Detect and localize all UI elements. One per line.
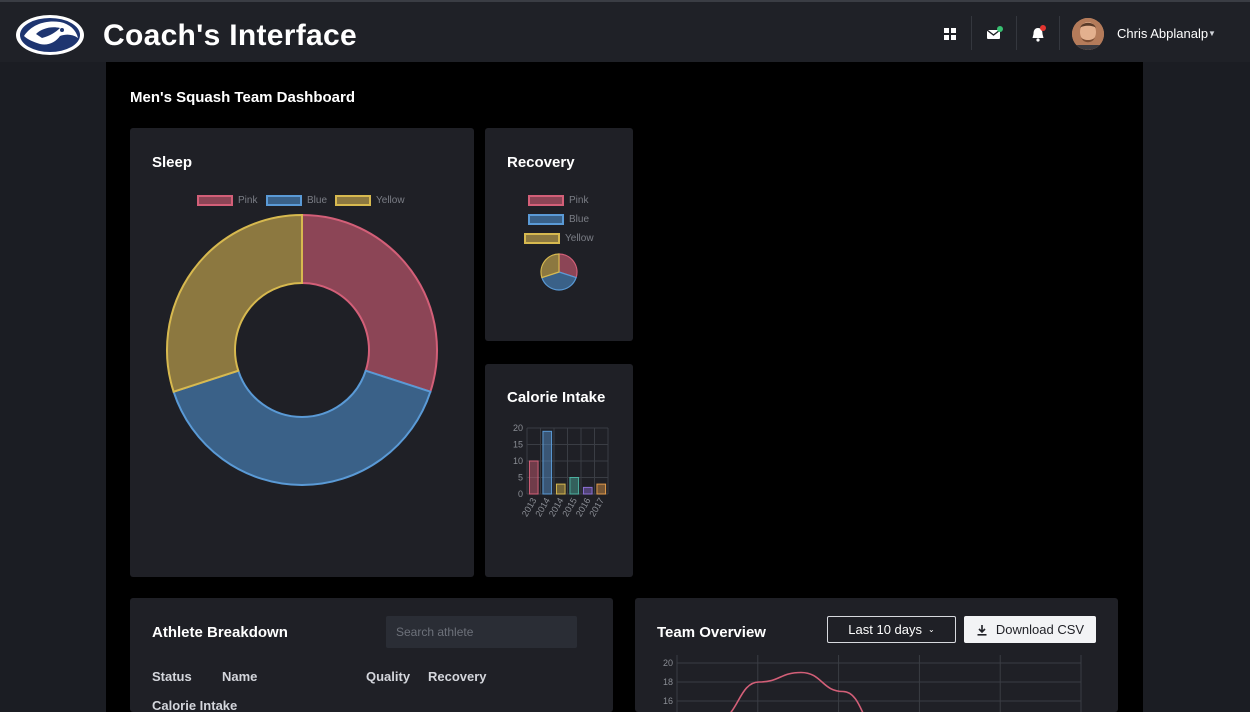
column-status[interactable]: Status (152, 669, 192, 684)
legend-swatch (528, 214, 564, 225)
legend-swatch (266, 195, 302, 206)
team-logo (16, 15, 84, 55)
nav-divider (971, 16, 972, 50)
nav-divider (1016, 16, 1017, 50)
recovery-pie-chart (540, 253, 578, 291)
legend-label: Yellow (565, 233, 594, 244)
right-gutter (1143, 62, 1250, 712)
legend-label: Pink (569, 195, 589, 206)
y-tick-label: 20 (663, 658, 673, 668)
legend-swatch (335, 195, 371, 206)
calorie-bar[interactable] (555, 483, 566, 495)
app-title: Coach's Interface (103, 19, 357, 52)
team-line-chart: 16 18 20 (663, 655, 1082, 712)
team-title: Team Overview (657, 624, 766, 641)
recovery-legend-yellow[interactable]: Yellow (524, 233, 594, 244)
date-range-dropdown[interactable]: Last 10 days ⌄ (827, 616, 956, 643)
bell-icon[interactable] (1028, 24, 1048, 44)
mail-icon[interactable] (984, 24, 1004, 44)
column-calorie-intake[interactable]: Calorie Intake (152, 698, 237, 712)
calorie-bar[interactable] (569, 477, 580, 495)
search-athlete-input[interactable] (386, 616, 577, 648)
avatar-image (1072, 18, 1104, 50)
legend-label: Blue (307, 195, 328, 206)
calorie-bar[interactable] (596, 483, 607, 495)
recovery-title: Recovery (507, 154, 575, 171)
user-menu[interactable]: Chris Abplanalp (1117, 26, 1208, 41)
recovery-legend-blue[interactable]: Blue (528, 214, 589, 225)
top-bar: Coach's Interface Chris Abplanalp ▼ (0, 0, 1250, 62)
legend-label: Pink (238, 195, 258, 206)
caret-down-icon[interactable]: ▼ (1208, 29, 1216, 38)
nav-divider (1059, 16, 1060, 50)
sleep-legend-pink[interactable]: Pink (197, 195, 257, 206)
legend-swatch (197, 195, 233, 206)
download-csv-button[interactable]: Download CSV (964, 616, 1096, 643)
column-name[interactable]: Name (222, 669, 257, 684)
recovery-legend-pink[interactable]: Pink (528, 195, 588, 206)
legend-label: Yellow (376, 195, 405, 206)
athlete-title: Athlete Breakdown (152, 624, 288, 641)
legend-swatch (528, 195, 564, 206)
calorie-bar[interactable] (582, 486, 593, 495)
sleep-legend-yellow[interactable]: Yellow (335, 195, 405, 206)
apps-grid-icon[interactable] (940, 24, 960, 44)
team-series-line (729, 671, 864, 712)
sleep-title: Sleep (152, 154, 193, 171)
y-tick-label: 16 (663, 696, 673, 706)
calorie-bar[interactable] (528, 460, 539, 495)
x-tick-label: 2017 (587, 496, 606, 518)
calorie-title: Calorie Intake (507, 389, 606, 406)
page-title: Men's Squash Team Dashboard (130, 89, 356, 106)
column-recovery[interactable]: Recovery (428, 669, 487, 684)
avatar[interactable] (1072, 18, 1104, 50)
y-tick-label: 10 (513, 456, 523, 466)
download-icon (977, 624, 987, 636)
calorie-bar[interactable] (542, 430, 553, 495)
y-tick-label: 20 (513, 423, 523, 433)
sleep-doughnut-chart (166, 213, 438, 486)
legend-swatch (524, 233, 560, 244)
column-quality[interactable]: Quality (366, 669, 410, 684)
y-tick-label: 5 (518, 473, 523, 483)
y-tick-label: 0 (518, 489, 523, 499)
y-tick-label: 15 (513, 440, 523, 450)
chevron-down-icon: ⌄ (928, 625, 935, 634)
y-tick-label: 18 (663, 677, 673, 687)
download-csv-label: Download CSV (995, 622, 1085, 637)
legend-label: Blue (569, 214, 590, 225)
date-range-label: Last 10 days (848, 622, 922, 637)
sleep-slice-blue[interactable] (172, 369, 432, 486)
calorie-bar-chart: 05101520201320142014201520162017 (513, 423, 609, 518)
sleep-slice-pink[interactable] (301, 213, 438, 393)
sleep-slice-yellow[interactable] (166, 213, 303, 393)
sleep-legend-blue[interactable]: Blue (266, 195, 327, 206)
